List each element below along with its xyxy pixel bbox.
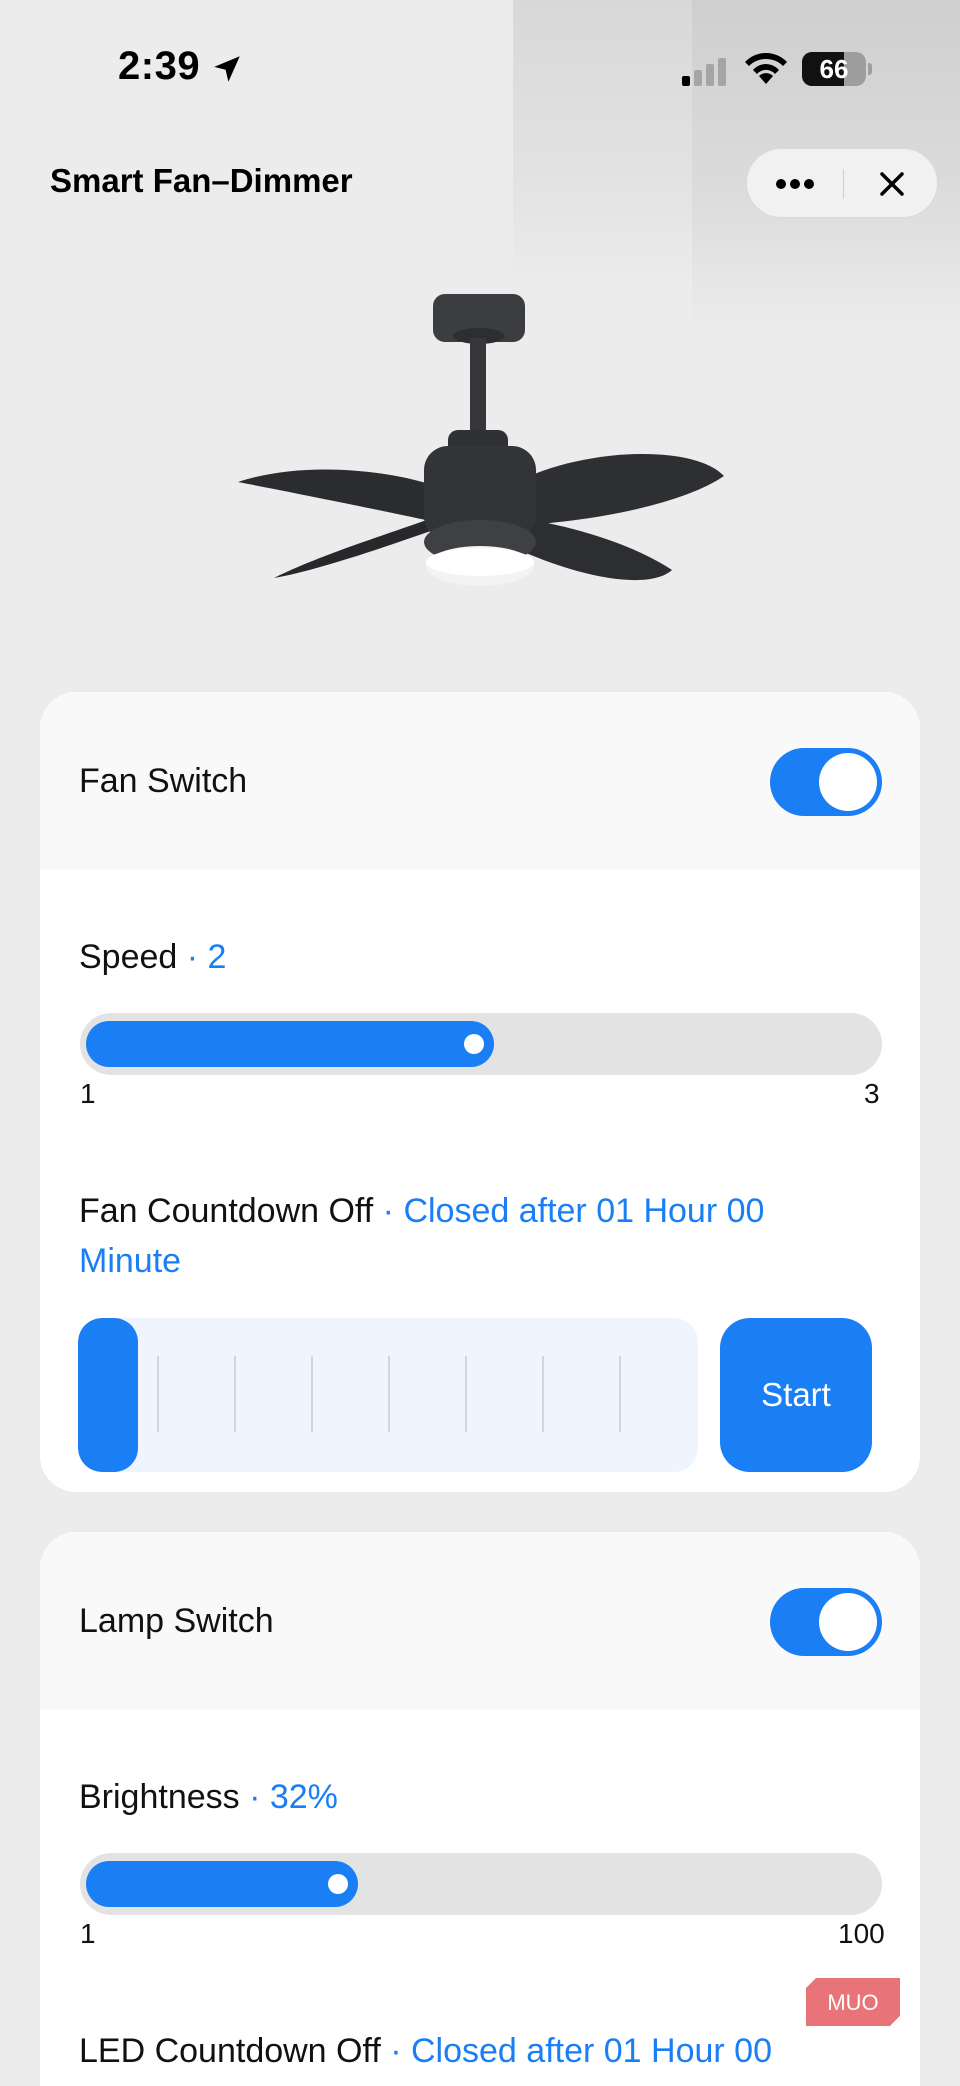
- countdown-tick: [311, 1356, 313, 1432]
- led-countdown-label: LED Countdown Off: [79, 2032, 381, 2070]
- fan-switch-row: Fan Switch: [40, 692, 920, 870]
- brightness-slider[interactable]: [80, 1853, 882, 1915]
- countdown-tick: [157, 1356, 159, 1432]
- brightness-slider-fill: [86, 1861, 358, 1907]
- fan-control-card: Fan Switch Speed · 2 1 3 Fan Countdown O…: [40, 692, 920, 1492]
- speed-slider-handle[interactable]: [464, 1034, 484, 1054]
- brightness-label: Brightness: [79, 1778, 240, 1816]
- countdown-tick: [619, 1356, 621, 1432]
- brightness-label-row: Brightness · 32%: [79, 1772, 338, 1822]
- battery-body: 66: [802, 52, 866, 86]
- fan-switch-toggle[interactable]: [770, 748, 882, 816]
- countdown-tick: [388, 1356, 390, 1432]
- battery-indicator: 66: [802, 52, 872, 86]
- speed-max-label: 3: [864, 1078, 880, 1109]
- countdown-tick: [234, 1356, 236, 1432]
- led-countdown-label-row: LED Countdown Off · Closed after 01 Hour…: [79, 2026, 899, 2076]
- ceiling-fan-image: [238, 294, 724, 586]
- brightness-value: · 32%: [249, 1778, 338, 1816]
- speed-min-label: 1: [80, 1078, 96, 1109]
- led-countdown-value: · Closed after 01 Hour 00: [390, 2032, 772, 2070]
- brightness-slider-handle[interactable]: [328, 1874, 348, 1894]
- toggle-knob: [819, 753, 877, 811]
- countdown-tick: [542, 1356, 544, 1432]
- close-icon: [879, 172, 904, 196]
- close-button[interactable]: [844, 149, 939, 219]
- brightness-min-label: 1: [80, 1918, 96, 1949]
- mini-program-capsule: [746, 148, 938, 218]
- speed-value: · 2: [186, 938, 227, 976]
- lamp-switch-row: Lamp Switch: [40, 1532, 920, 1710]
- location-arrow-icon: [214, 56, 240, 82]
- more-dots-icon: [776, 179, 814, 189]
- more-button[interactable]: [747, 149, 843, 219]
- countdown-tick: [465, 1356, 467, 1432]
- lamp-control-card: Lamp Switch Brightness · 32% 1 100 LED C…: [40, 1532, 920, 2086]
- fan-countdown-value: · Closed after 01 Hour 00: [382, 1192, 765, 1230]
- lamp-switch-label: Lamp Switch: [79, 1602, 274, 1640]
- speed-slider-fill: [86, 1021, 494, 1067]
- toggle-knob: [819, 1593, 877, 1651]
- wifi-icon: [745, 53, 787, 84]
- speed-label: Speed: [79, 938, 178, 976]
- fan-countdown-label: Fan Countdown Off: [79, 1192, 374, 1230]
- fan-countdown-label-row: Fan Countdown Off · Closed after 01 Hour…: [79, 1186, 879, 1286]
- screen: 2:39 66 Smart Fan–Dimmer Fan Switch Spee…: [0, 0, 960, 2086]
- battery-cap: [868, 63, 872, 75]
- fan-countdown-start-button[interactable]: Start: [720, 1318, 872, 1472]
- fan-switch-label: Fan Switch: [79, 762, 248, 800]
- muo-watermark-logo: MUO: [806, 1978, 900, 2026]
- lamp-switch-toggle[interactable]: [770, 1588, 882, 1656]
- brightness-max-label: 100: [838, 1918, 885, 1949]
- fan-countdown-picker[interactable]: [78, 1318, 698, 1472]
- battery-percentage: 66: [819, 54, 849, 84]
- watermark-text: MUO: [827, 1990, 878, 2015]
- status-time: 2:39: [118, 44, 201, 88]
- countdown-fill: [78, 1318, 138, 1472]
- speed-label-row: Speed · 2: [79, 932, 226, 982]
- fan-countdown-value-cont: Minute: [79, 1242, 182, 1280]
- status-bar: 2:39 66: [0, 0, 960, 140]
- speed-slider[interactable]: [80, 1013, 882, 1075]
- cellular-signal-icon: [682, 58, 726, 86]
- page-title: Smart Fan–Dimmer: [50, 162, 353, 199]
